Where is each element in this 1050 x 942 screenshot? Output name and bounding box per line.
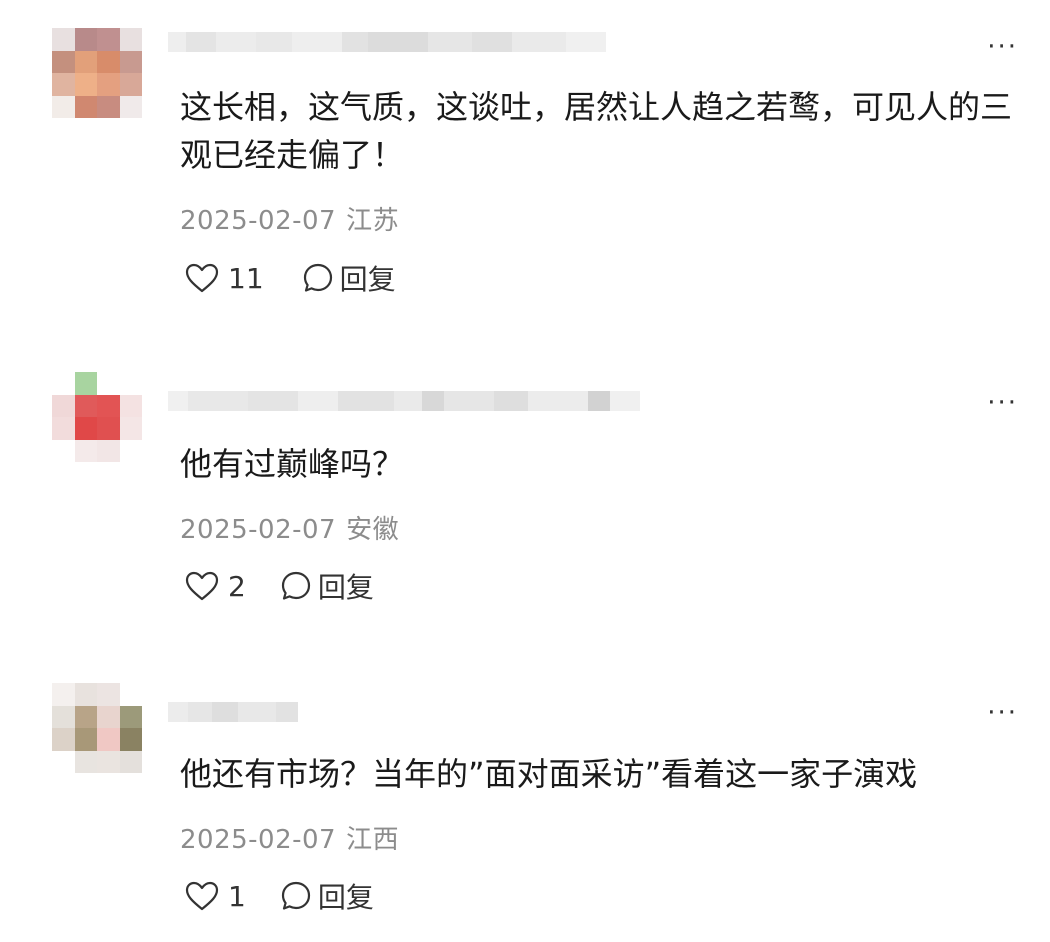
comment-meta: 2025-02-07 江西 <box>180 819 399 856</box>
like-count: 11 <box>228 261 264 295</box>
username-blurred[interactable] <box>168 391 640 411</box>
heart-icon <box>185 571 219 601</box>
like-button[interactable]: 2 <box>184 570 246 603</box>
reply-button[interactable]: 回复 <box>280 876 374 916</box>
reply-label: 回复 <box>317 571 374 604</box>
like-button[interactable]: 11 <box>184 262 264 295</box>
comment-date: 2025-02-07 <box>180 206 337 236</box>
comment-date: 2025-02-07 <box>180 515 337 545</box>
comment-actions: 1 回复 <box>184 876 374 916</box>
avatar[interactable] <box>52 28 142 118</box>
more-options-icon[interactable]: ··· <box>987 700 1018 726</box>
reply-label: 回复 <box>339 263 396 296</box>
comment-meta: 2025-02-07 安徽 <box>180 509 399 546</box>
comment-actions: 2 回复 <box>184 566 374 606</box>
reply-label: 回复 <box>317 881 374 914</box>
chat-bubble-icon <box>281 571 310 600</box>
username-blurred[interactable] <box>168 32 606 52</box>
heart-icon <box>185 881 219 911</box>
comment-meta: 2025-02-07 江苏 <box>180 200 399 237</box>
reply-button[interactable]: 回复 <box>302 258 396 298</box>
more-options-icon[interactable]: ··· <box>987 34 1018 60</box>
comment-text: 这长相，这气质，这谈吐，居然让人趋之若鹜，可见人的三观已经走偏了！ <box>180 88 1013 174</box>
heart-icon <box>185 263 219 293</box>
comment-text: 他有过巅峰吗？ <box>180 445 405 483</box>
comment-location: 安徽 <box>346 515 400 545</box>
avatar[interactable] <box>52 683 142 773</box>
like-button[interactable]: 1 <box>184 880 246 913</box>
chat-bubble-icon <box>303 263 332 292</box>
comment-actions: 11 回复 <box>184 258 396 298</box>
reply-button[interactable]: 回复 <box>280 566 374 606</box>
like-count: 1 <box>228 879 246 913</box>
username-blurred[interactable] <box>168 702 298 722</box>
chat-bubble-icon <box>281 881 310 910</box>
comment-date: 2025-02-07 <box>180 825 337 855</box>
comment-location: 江西 <box>346 825 400 855</box>
like-count: 2 <box>228 569 246 603</box>
comment-text: 他还有市场？当年的”面对面采访”看着这一家子演戏 <box>180 755 918 793</box>
avatar[interactable] <box>52 372 142 462</box>
comment-location: 江苏 <box>346 206 400 236</box>
more-options-icon[interactable]: ··· <box>987 390 1018 416</box>
